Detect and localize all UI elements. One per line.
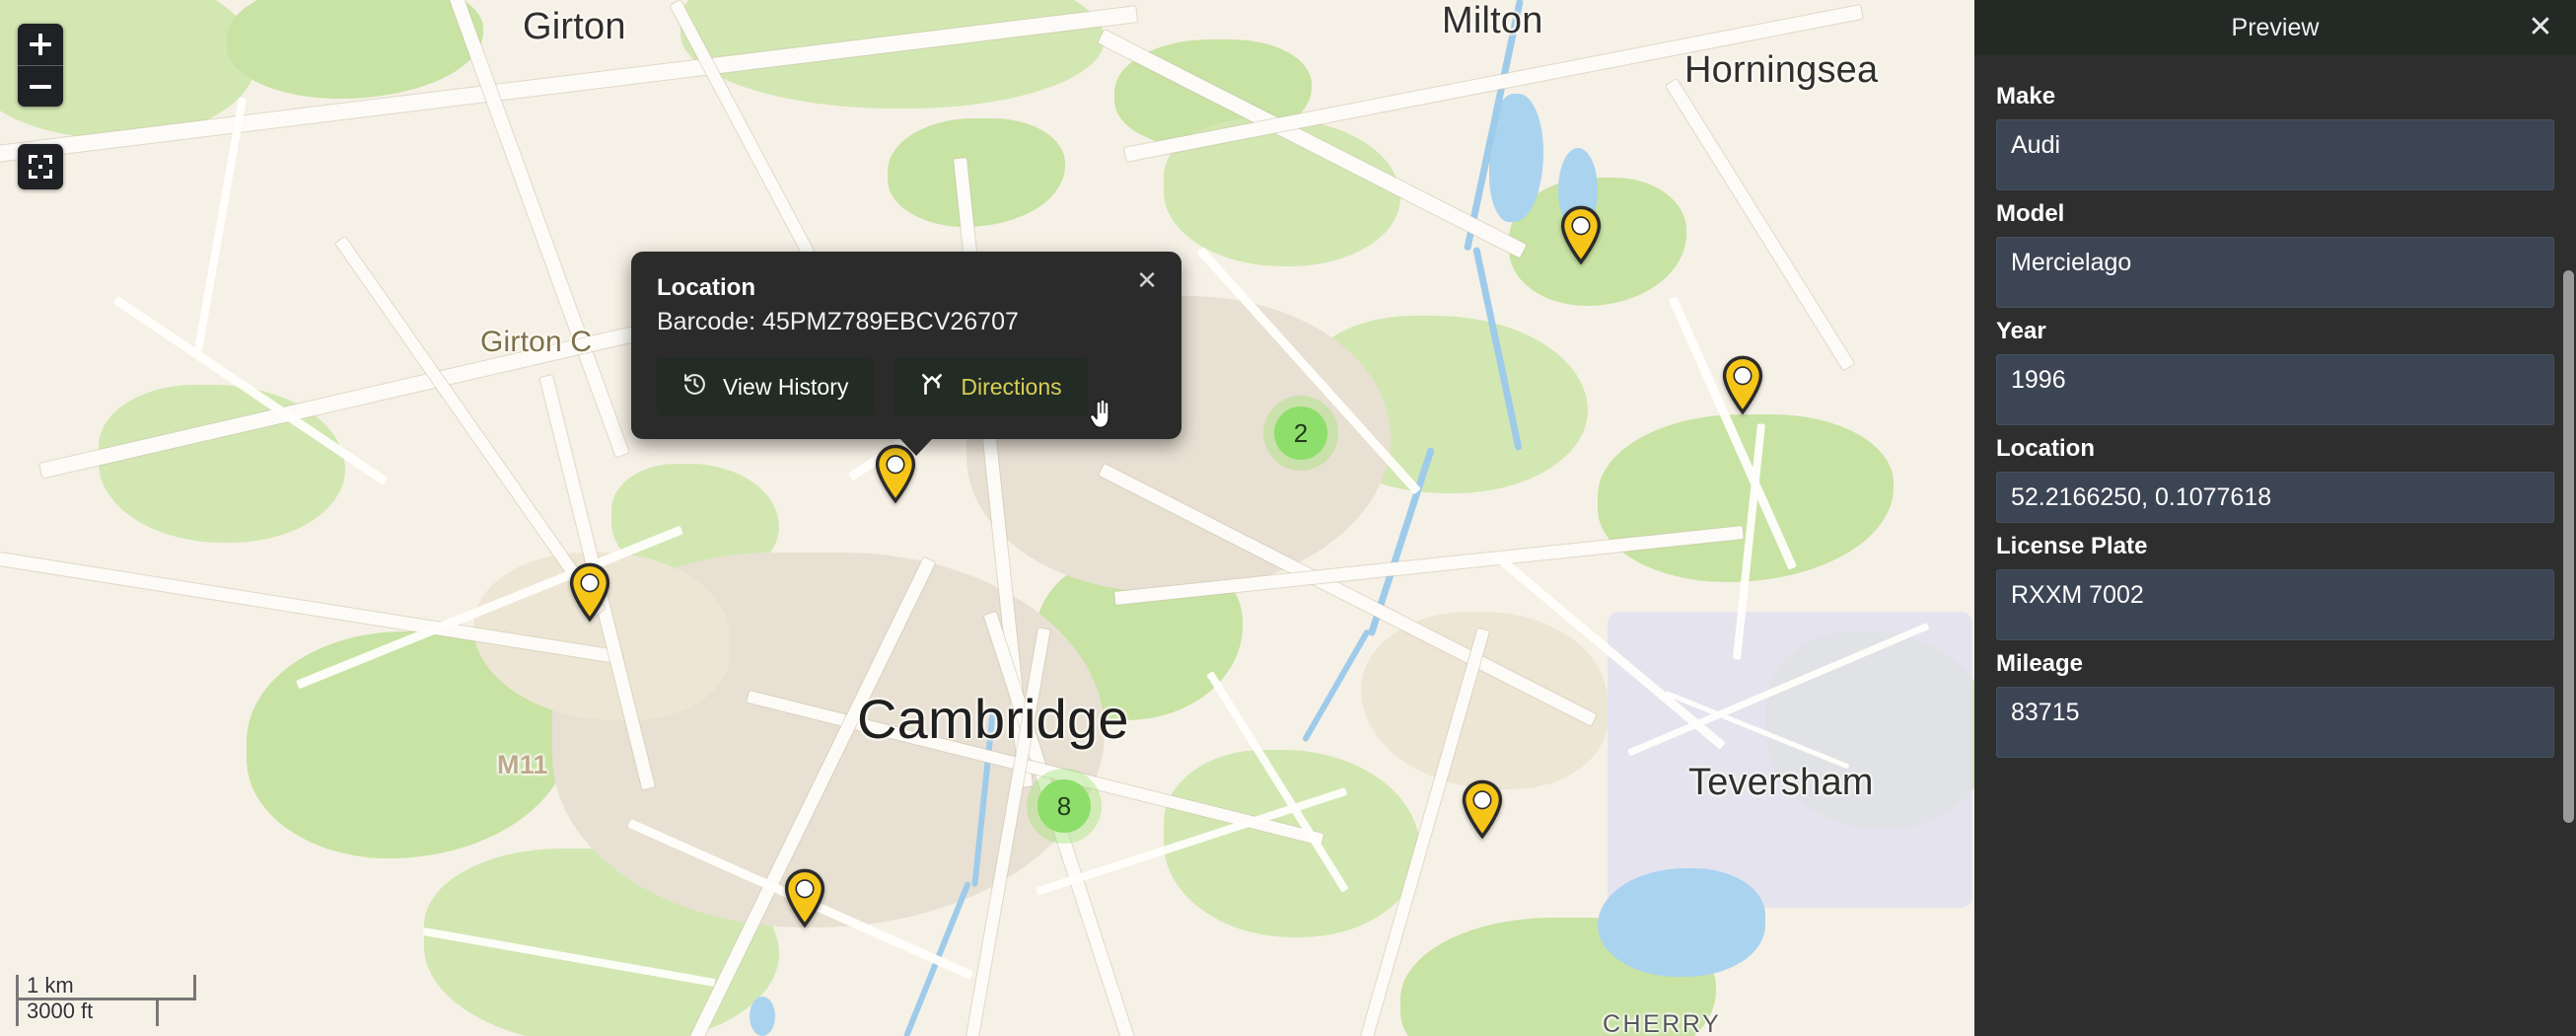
- map-cluster[interactable]: 8: [1038, 779, 1091, 833]
- sidebar-scrollbar-track[interactable]: [2563, 55, 2575, 1036]
- field-make: Make Audi: [1996, 83, 2554, 190]
- zoom-out-button[interactable]: [18, 65, 63, 107]
- preview-sidebar: Preview ✕ Make Audi Model Mercielago Year 199…: [1974, 0, 2576, 1036]
- app-root: Girton Milton Horningsea Girton C Cambridge T…: [0, 0, 2576, 1036]
- field-license-plate: License Plate RXXM 7002: [1996, 533, 2554, 640]
- field-location: Location 52.2166250, 0.1077618: [1996, 435, 2554, 523]
- popup-barcode: Barcode: 45PMZ789EBCV26707: [657, 308, 1019, 335]
- cluster-count: 8: [1056, 790, 1072, 821]
- plus-icon: [30, 34, 51, 55]
- road: [440, 0, 629, 458]
- popup-close-icon[interactable]: ✕: [1130, 263, 1164, 297]
- expand-icon: [29, 155, 52, 179]
- field-value[interactable]: RXXM 7002: [1996, 569, 2554, 640]
- terrain-patch: [1164, 750, 1420, 937]
- water-body: [750, 997, 775, 1036]
- terrain-patch: [888, 118, 1065, 227]
- airport-area: [1608, 612, 1972, 908]
- sidebar-fields: Make Audi Model Mercielago Year 1996 Location 5…: [1974, 55, 2576, 1036]
- field-mileage: Mileage 83715: [1996, 650, 2554, 758]
- map-pin[interactable]: [567, 562, 612, 622]
- sidebar-header: Preview ✕: [1974, 0, 2576, 55]
- map-pin[interactable]: [1558, 205, 1604, 264]
- field-year: Year 1996: [1996, 318, 2554, 425]
- field-label: Year: [1996, 318, 2046, 344]
- map-pin[interactable]: [782, 868, 827, 927]
- field-value[interactable]: 1996: [1996, 354, 2554, 425]
- view-history-button[interactable]: View History: [657, 358, 875, 415]
- scale-metric-bar: 1 km: [16, 973, 196, 1000]
- minus-icon: [30, 76, 51, 98]
- field-label: Make: [1996, 83, 2056, 110]
- fullscreen-button[interactable]: [18, 144, 63, 189]
- road: [1665, 79, 1855, 371]
- map-canvas[interactable]: [0, 0, 1974, 1036]
- directions-icon: [919, 371, 945, 403]
- field-value[interactable]: Mercielago: [1996, 237, 2554, 308]
- scale-metric-label: 1 km: [27, 973, 74, 998]
- directions-button[interactable]: Directions: [894, 358, 1088, 415]
- map-pin[interactable]: [1460, 779, 1505, 839]
- zoom-in-button[interactable]: [18, 24, 63, 65]
- history-icon: [682, 372, 707, 403]
- scale-imperial-label: 3000 ft: [27, 999, 94, 1023]
- popup-actions: View History Directions: [657, 358, 1156, 415]
- field-label: License Plate: [1996, 533, 2148, 559]
- scale-bar: 1 km 3000 ft: [16, 973, 196, 1026]
- cluster-count: 2: [1293, 417, 1309, 448]
- map-pane[interactable]: Girton Milton Horningsea Girton C Cambridge T…: [0, 0, 1974, 1036]
- sidebar-scrollbar-thumb[interactable]: [2563, 270, 2574, 823]
- field-label: Mileage: [1996, 650, 2084, 677]
- water-body: [1598, 868, 1765, 977]
- terrain-patch: [227, 0, 483, 99]
- map-cluster[interactable]: 2: [1274, 407, 1327, 460]
- scale-imperial-bar: 3000 ft: [16, 999, 159, 1026]
- sidebar-title: Preview: [2231, 13, 2320, 41]
- map-popup[interactable]: ✕ Location Barcode: 45PMZ789EBCV26707 Vi…: [631, 252, 1181, 456]
- field-value[interactable]: Audi: [1996, 119, 2554, 190]
- field-value[interactable]: 83715: [1996, 687, 2554, 758]
- field-label: Model: [1996, 200, 2065, 227]
- sidebar-close-icon[interactable]: ✕: [2525, 12, 2556, 43]
- popup-title: Location: [657, 274, 755, 301]
- map-pin[interactable]: [1720, 355, 1765, 414]
- directions-label: Directions: [961, 373, 1062, 400]
- field-value[interactable]: 52.2166250, 0.1077618: [1996, 472, 2554, 523]
- zoom-controls[interactable]: [18, 24, 63, 107]
- field-label: Location: [1996, 435, 2095, 462]
- field-model: Model Mercielago: [1996, 200, 2554, 308]
- view-history-label: View History: [723, 373, 849, 400]
